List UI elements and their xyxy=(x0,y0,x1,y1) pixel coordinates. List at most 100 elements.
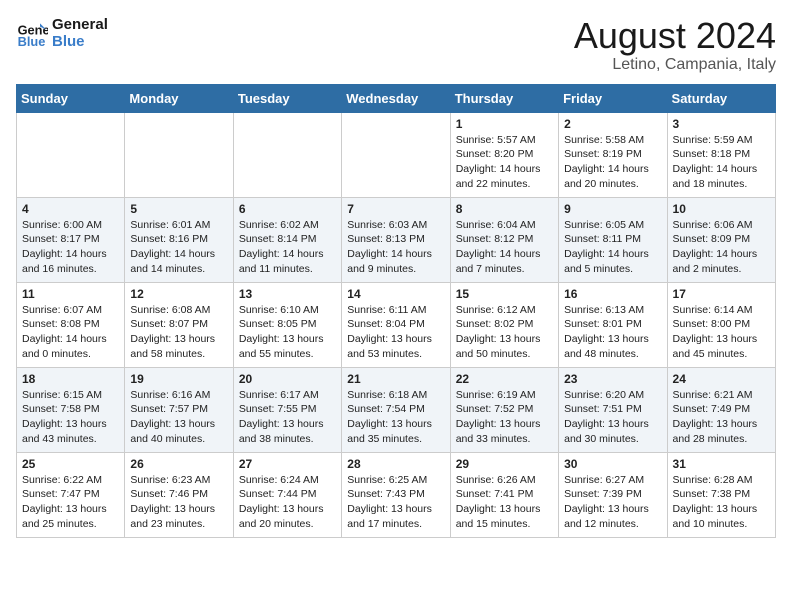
day-number: 9 xyxy=(564,202,661,216)
day-info: Sunrise: 6:06 AMSunset: 8:09 PMDaylight:… xyxy=(673,218,770,277)
day-number: 27 xyxy=(239,457,336,471)
day-info: Sunrise: 6:26 AMSunset: 7:41 PMDaylight:… xyxy=(456,473,553,532)
title-area: August 2024 Letino, Campania, Italy xyxy=(574,16,776,74)
day-info: Sunrise: 6:01 AMSunset: 8:16 PMDaylight:… xyxy=(130,218,227,277)
day-number: 22 xyxy=(456,372,553,386)
day-info: Sunrise: 6:21 AMSunset: 7:49 PMDaylight:… xyxy=(673,388,770,447)
day-number: 25 xyxy=(22,457,119,471)
day-info: Sunrise: 6:16 AMSunset: 7:57 PMDaylight:… xyxy=(130,388,227,447)
day-info: Sunrise: 6:23 AMSunset: 7:46 PMDaylight:… xyxy=(130,473,227,532)
day-info: Sunrise: 6:25 AMSunset: 7:43 PMDaylight:… xyxy=(347,473,444,532)
day-info: Sunrise: 6:03 AMSunset: 8:13 PMDaylight:… xyxy=(347,218,444,277)
weekday-header-tuesday: Tuesday xyxy=(233,84,341,112)
day-number: 31 xyxy=(673,457,770,471)
logo-icon: General Blue xyxy=(16,17,48,49)
logo-general: General xyxy=(52,16,108,33)
calendar-cell: 10 Sunrise: 6:06 AMSunset: 8:09 PMDayligh… xyxy=(667,197,775,282)
day-number: 26 xyxy=(130,457,227,471)
weekday-header-saturday: Saturday xyxy=(667,84,775,112)
day-number: 30 xyxy=(564,457,661,471)
calendar-cell: 2 Sunrise: 5:58 AMSunset: 8:19 PMDaylight… xyxy=(559,112,667,197)
calendar-cell: 27 Sunrise: 6:24 AMSunset: 7:44 PMDayligh… xyxy=(233,452,341,537)
calendar-cell: 20Sunrise: 6:17 AMSunset: 7:55 PMDayligh… xyxy=(233,367,341,452)
calendar-cell: 7 Sunrise: 6:03 AMSunset: 8:13 PMDaylight… xyxy=(342,197,450,282)
weekday-header-row: SundayMondayTuesdayWednesdayThursdayFrid… xyxy=(17,84,776,112)
calendar-cell: 21Sunrise: 6:18 AMSunset: 7:54 PMDayligh… xyxy=(342,367,450,452)
day-info: Sunrise: 6:04 AMSunset: 8:12 PMDaylight:… xyxy=(456,218,553,277)
day-number: 19 xyxy=(130,372,227,386)
day-number: 12 xyxy=(130,287,227,301)
calendar-cell: 17 Sunrise: 6:14 AMSunset: 8:00 PMDayligh… xyxy=(667,282,775,367)
day-info: Sunrise: 6:24 AMSunset: 7:44 PMDaylight:… xyxy=(239,473,336,532)
day-info: Sunrise: 6:02 AMSunset: 8:14 PMDaylight:… xyxy=(239,218,336,277)
day-info: Sunrise: 6:14 AMSunset: 8:00 PMDaylight:… xyxy=(673,303,770,362)
calendar-cell: 30 Sunrise: 6:27 AMSunset: 7:39 PMDayligh… xyxy=(559,452,667,537)
calendar-cell: 24 Sunrise: 6:21 AMSunset: 7:49 PMDayligh… xyxy=(667,367,775,452)
day-info: Sunrise: 6:22 AMSunset: 7:47 PMDaylight:… xyxy=(22,473,119,532)
day-number: 10 xyxy=(673,202,770,216)
calendar-cell: 4Sunrise: 6:00 AMSunset: 8:17 PMDaylight… xyxy=(17,197,125,282)
week-row-5: 25 Sunrise: 6:22 AMSunset: 7:47 PMDayligh… xyxy=(17,452,776,537)
day-number: 8 xyxy=(456,202,553,216)
calendar-cell: 1Sunrise: 5:57 AMSunset: 8:20 PMDaylight… xyxy=(450,112,558,197)
day-number: 21 xyxy=(347,372,444,386)
svg-text:Blue: Blue xyxy=(18,34,46,49)
logo: General Blue General Blue xyxy=(16,16,108,50)
calendar-cell xyxy=(17,112,125,197)
day-number: 5 xyxy=(130,202,227,216)
day-number: 28 xyxy=(347,457,444,471)
week-row-1: 1Sunrise: 5:57 AMSunset: 8:20 PMDaylight… xyxy=(17,112,776,197)
week-row-3: 11Sunrise: 6:07 AMSunset: 8:08 PMDayligh… xyxy=(17,282,776,367)
day-number: 17 xyxy=(673,287,770,301)
day-info: Sunrise: 6:07 AMSunset: 8:08 PMDaylight:… xyxy=(22,303,119,362)
calendar-cell: 29 Sunrise: 6:26 AMSunset: 7:41 PMDayligh… xyxy=(450,452,558,537)
day-info: Sunrise: 6:27 AMSunset: 7:39 PMDaylight:… xyxy=(564,473,661,532)
calendar-cell: 14 Sunrise: 6:11 AMSunset: 8:04 PMDayligh… xyxy=(342,282,450,367)
day-info: Sunrise: 6:20 AMSunset: 7:51 PMDaylight:… xyxy=(564,388,661,447)
day-number: 15 xyxy=(456,287,553,301)
calendar-cell xyxy=(125,112,233,197)
calendar-cell xyxy=(342,112,450,197)
day-number: 14 xyxy=(347,287,444,301)
day-number: 16 xyxy=(564,287,661,301)
day-number: 20 xyxy=(239,372,336,386)
day-info: Sunrise: 6:00 AMSunset: 8:17 PMDaylight:… xyxy=(22,218,119,277)
day-number: 18 xyxy=(22,372,119,386)
day-number: 3 xyxy=(673,117,770,131)
calendar-cell: 28 Sunrise: 6:25 AMSunset: 7:43 PMDayligh… xyxy=(342,452,450,537)
weekday-header-wednesday: Wednesday xyxy=(342,84,450,112)
calendar-cell: 11Sunrise: 6:07 AMSunset: 8:08 PMDayligh… xyxy=(17,282,125,367)
day-info: Sunrise: 6:19 AMSunset: 7:52 PMDaylight:… xyxy=(456,388,553,447)
calendar-cell xyxy=(233,112,341,197)
day-info: Sunrise: 6:11 AMSunset: 8:04 PMDaylight:… xyxy=(347,303,444,362)
calendar-cell: 6 Sunrise: 6:02 AMSunset: 8:14 PMDaylight… xyxy=(233,197,341,282)
day-info: Sunrise: 6:15 AMSunset: 7:58 PMDaylight:… xyxy=(22,388,119,447)
main-title: August 2024 xyxy=(574,16,776,56)
subtitle: Letino, Campania, Italy xyxy=(574,56,776,74)
day-number: 24 xyxy=(673,372,770,386)
calendar-cell: 9Sunrise: 6:05 AMSunset: 8:11 PMDaylight… xyxy=(559,197,667,282)
logo-blue: Blue xyxy=(52,33,108,50)
weekday-header-sunday: Sunday xyxy=(17,84,125,112)
calendar-cell: 3Sunrise: 5:59 AMSunset: 8:18 PMDaylight… xyxy=(667,112,775,197)
calendar-cell: 31Sunrise: 6:28 AMSunset: 7:38 PMDayligh… xyxy=(667,452,775,537)
calendar-cell: 25 Sunrise: 6:22 AMSunset: 7:47 PMDayligh… xyxy=(17,452,125,537)
header: General Blue General Blue August 2024 Le… xyxy=(16,16,776,74)
day-info: Sunrise: 6:08 AMSunset: 8:07 PMDaylight:… xyxy=(130,303,227,362)
weekday-header-thursday: Thursday xyxy=(450,84,558,112)
day-info: Sunrise: 6:12 AMSunset: 8:02 PMDaylight:… xyxy=(456,303,553,362)
calendar-cell: 26 Sunrise: 6:23 AMSunset: 7:46 PMDayligh… xyxy=(125,452,233,537)
calendar-cell: 16Sunrise: 6:13 AMSunset: 8:01 PMDayligh… xyxy=(559,282,667,367)
calendar-cell: 13Sunrise: 6:10 AMSunset: 8:05 PMDayligh… xyxy=(233,282,341,367)
day-info: Sunrise: 5:58 AMSunset: 8:19 PMDaylight:… xyxy=(564,133,661,192)
calendar-table: SundayMondayTuesdayWednesdayThursdayFrid… xyxy=(16,84,776,538)
day-number: 29 xyxy=(456,457,553,471)
day-number: 2 xyxy=(564,117,661,131)
week-row-4: 18 Sunrise: 6:15 AMSunset: 7:58 PMDayligh… xyxy=(17,367,776,452)
weekday-header-monday: Monday xyxy=(125,84,233,112)
day-number: 7 xyxy=(347,202,444,216)
calendar-cell: 8 Sunrise: 6:04 AMSunset: 8:12 PMDaylight… xyxy=(450,197,558,282)
day-number: 6 xyxy=(239,202,336,216)
day-number: 1 xyxy=(456,117,553,131)
calendar-cell: 12 Sunrise: 6:08 AMSunset: 8:07 PMDayligh… xyxy=(125,282,233,367)
